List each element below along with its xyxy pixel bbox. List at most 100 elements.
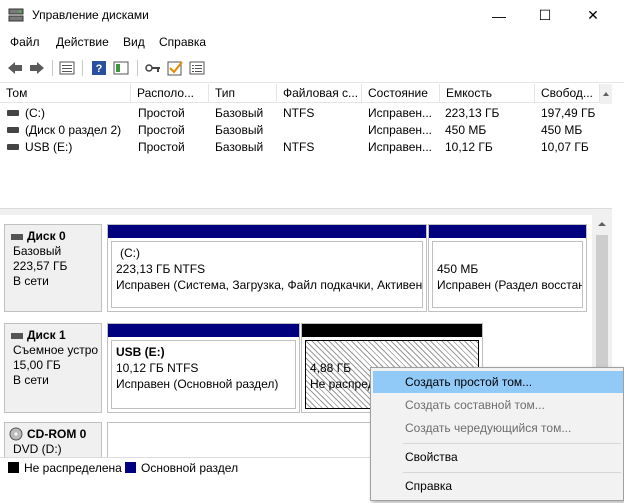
table-row[interactable]: (Диск 0 раздел 2) Простой Базовый Исправ… bbox=[0, 122, 612, 138]
partition-c-status: Исправен (Система, Загрузка, Файл подкач… bbox=[116, 278, 423, 292]
volume-free: 450 МБ bbox=[541, 123, 583, 137]
partition-usb-fs: 10,12 ГБ NTFS bbox=[116, 361, 199, 375]
list-icon[interactable] bbox=[188, 59, 206, 77]
volume-filesystem: NTFS bbox=[283, 106, 315, 120]
disk-0-name: Диск 0 bbox=[27, 229, 66, 243]
menu-separator bbox=[403, 472, 621, 473]
column-header-filesystem[interactable]: Файловая с... bbox=[277, 84, 362, 103]
legend-unallocated: Не распределена bbox=[24, 461, 122, 475]
primary-partition-bar bbox=[429, 225, 586, 238]
view-icon[interactable] bbox=[112, 59, 130, 77]
disk-0-label[interactable]: Диск 0 Базовый 223,57 ГБ В сети bbox=[4, 224, 102, 312]
volume-type: Базовый bbox=[215, 123, 264, 137]
disk-management-icon bbox=[8, 8, 24, 22]
context-menu: Создать простой том... Создать составной… bbox=[370, 367, 624, 501]
partition-c-info: (C:) 223,13 ГБ NTFS Исправен (Система, З… bbox=[111, 241, 423, 308]
partition-recovery-label bbox=[437, 245, 578, 261]
primary-partition-bar bbox=[108, 324, 299, 337]
help-icon[interactable]: ? bbox=[90, 59, 108, 77]
scroll-up-button[interactable] bbox=[600, 84, 612, 104]
partition-c-fs: 223,13 ГБ NTFS bbox=[116, 262, 206, 276]
key-icon[interactable] bbox=[144, 59, 162, 77]
volume-type: Базовый bbox=[215, 140, 264, 154]
volume-capacity: 450 МБ bbox=[445, 123, 487, 137]
column-header-type[interactable]: Тип bbox=[209, 84, 277, 103]
drive-icon bbox=[7, 110, 19, 116]
column-header-capacity[interactable]: Емкость bbox=[440, 84, 535, 103]
disk-0-size: 223,57 ГБ bbox=[13, 259, 68, 273]
menu-bar: Файл Действие Вид Справка bbox=[0, 31, 624, 53]
volume-filesystem bbox=[283, 122, 361, 138]
partition-usb-status: Исправен (Основной раздел) bbox=[116, 377, 279, 391]
menu-create-spanned-volume[interactable]: Создать составной том... bbox=[373, 394, 623, 416]
volume-free: 197,49 ГБ bbox=[541, 106, 596, 120]
cdrom-label[interactable]: CD-ROM 0 DVD (D:) bbox=[4, 422, 102, 457]
disk-1-name: Диск 1 bbox=[27, 328, 66, 342]
column-header-status[interactable]: Состояние bbox=[362, 84, 440, 103]
volume-type: Базовый bbox=[215, 106, 264, 120]
drive-icon bbox=[7, 144, 19, 150]
toolbar: ? bbox=[0, 53, 624, 83]
maximize-button[interactable]: ☐ bbox=[522, 0, 568, 31]
cdrom-name: CD-ROM 0 bbox=[27, 427, 87, 441]
menu-separator bbox=[403, 443, 621, 444]
primary-swatch bbox=[125, 462, 136, 473]
menu-help-item[interactable]: Справка bbox=[373, 475, 623, 497]
menu-create-striped-volume[interactable]: Создать чередующийся том... bbox=[373, 417, 623, 439]
minimize-button[interactable]: — bbox=[476, 0, 522, 31]
partition-usb-label: USB (E:) bbox=[116, 345, 165, 359]
partition-recovery[interactable]: 450 МБ Исправен (Раздел восстан bbox=[428, 224, 587, 312]
menu-help[interactable]: Справка bbox=[159, 35, 206, 49]
partition-recovery-info: 450 МБ Исправен (Раздел восстан bbox=[432, 241, 583, 308]
volume-capacity: 10,12 ГБ bbox=[445, 140, 493, 154]
disk-1-label[interactable]: Диск 1 Съемное устро 15,00 ГБ В сети bbox=[4, 323, 102, 413]
window-title: Управление дисками bbox=[32, 8, 149, 22]
column-header-volume[interactable]: Том bbox=[0, 84, 131, 103]
volume-list: Том Располо... Тип Файловая с... Состоян… bbox=[0, 84, 612, 291]
volume-status: Исправен... bbox=[368, 106, 433, 120]
volume-free: 10,07 ГБ bbox=[541, 140, 589, 154]
volume-status: Исправен... bbox=[368, 123, 433, 137]
title-bar: Управление дисками — ☐ ✕ bbox=[0, 0, 624, 31]
disk-icon bbox=[11, 234, 23, 240]
volume-layout: Простой bbox=[138, 140, 185, 154]
properties-icon[interactable] bbox=[58, 59, 76, 77]
column-header-layout[interactable]: Располо... bbox=[131, 84, 209, 103]
table-row[interactable]: (C:) Простой Базовый NTFS Исправен... 22… bbox=[0, 105, 612, 121]
volume-layout: Простой bbox=[138, 123, 185, 137]
unallocated-swatch bbox=[8, 462, 19, 473]
partition-recovery-size: 450 МБ bbox=[437, 262, 479, 276]
pane-splitter[interactable] bbox=[0, 208, 612, 215]
disk-0-type: Базовый bbox=[13, 244, 62, 258]
volume-name: USB (E:) bbox=[25, 140, 73, 154]
check-icon[interactable] bbox=[166, 59, 184, 77]
column-header-free[interactable]: Свобод... bbox=[535, 84, 600, 103]
volume-status: Исправен... bbox=[368, 140, 433, 154]
volume-layout: Простой bbox=[138, 106, 185, 120]
primary-partition-bar bbox=[108, 225, 426, 238]
partition-c-label: (C:) bbox=[120, 246, 140, 260]
close-button[interactable]: ✕ bbox=[570, 0, 616, 31]
unallocated-bar bbox=[302, 324, 482, 337]
partition-usb[interactable]: USB (E:) 10,12 ГБ NTFS Исправен (Основно… bbox=[107, 323, 300, 413]
disk-1-size: 15,00 ГБ bbox=[13, 358, 61, 372]
volume-capacity: 223,13 ГБ bbox=[445, 106, 500, 120]
menu-create-simple-volume[interactable]: Создать простой том... bbox=[373, 371, 623, 393]
back-icon[interactable] bbox=[6, 59, 24, 77]
disk-icon bbox=[11, 333, 23, 339]
table-row[interactable]: USB (E:) Простой Базовый NTFS Исправен..… bbox=[0, 139, 612, 155]
menu-action[interactable]: Действие bbox=[56, 35, 109, 49]
partition-usb-info: USB (E:) 10,12 ГБ NTFS Исправен (Основно… bbox=[111, 340, 296, 409]
forward-icon[interactable] bbox=[28, 59, 46, 77]
menu-view[interactable]: Вид bbox=[123, 35, 145, 49]
volume-name: (Диск 0 раздел 2) bbox=[25, 123, 122, 137]
disk-1-type: Съемное устро bbox=[13, 343, 99, 357]
volume-filesystem: NTFS bbox=[283, 140, 315, 154]
partition-recovery-status: Исправен (Раздел восстан bbox=[437, 278, 583, 292]
partition-c[interactable]: (C:) 223,13 ГБ NTFS Исправен (Система, З… bbox=[107, 224, 427, 312]
cdrom-type: DVD (D:) bbox=[13, 442, 62, 456]
menu-properties[interactable]: Свойства bbox=[373, 446, 623, 468]
scroll-up-icon[interactable] bbox=[596, 219, 608, 229]
drive-icon bbox=[7, 127, 19, 133]
menu-file[interactable]: Файл bbox=[10, 35, 40, 49]
